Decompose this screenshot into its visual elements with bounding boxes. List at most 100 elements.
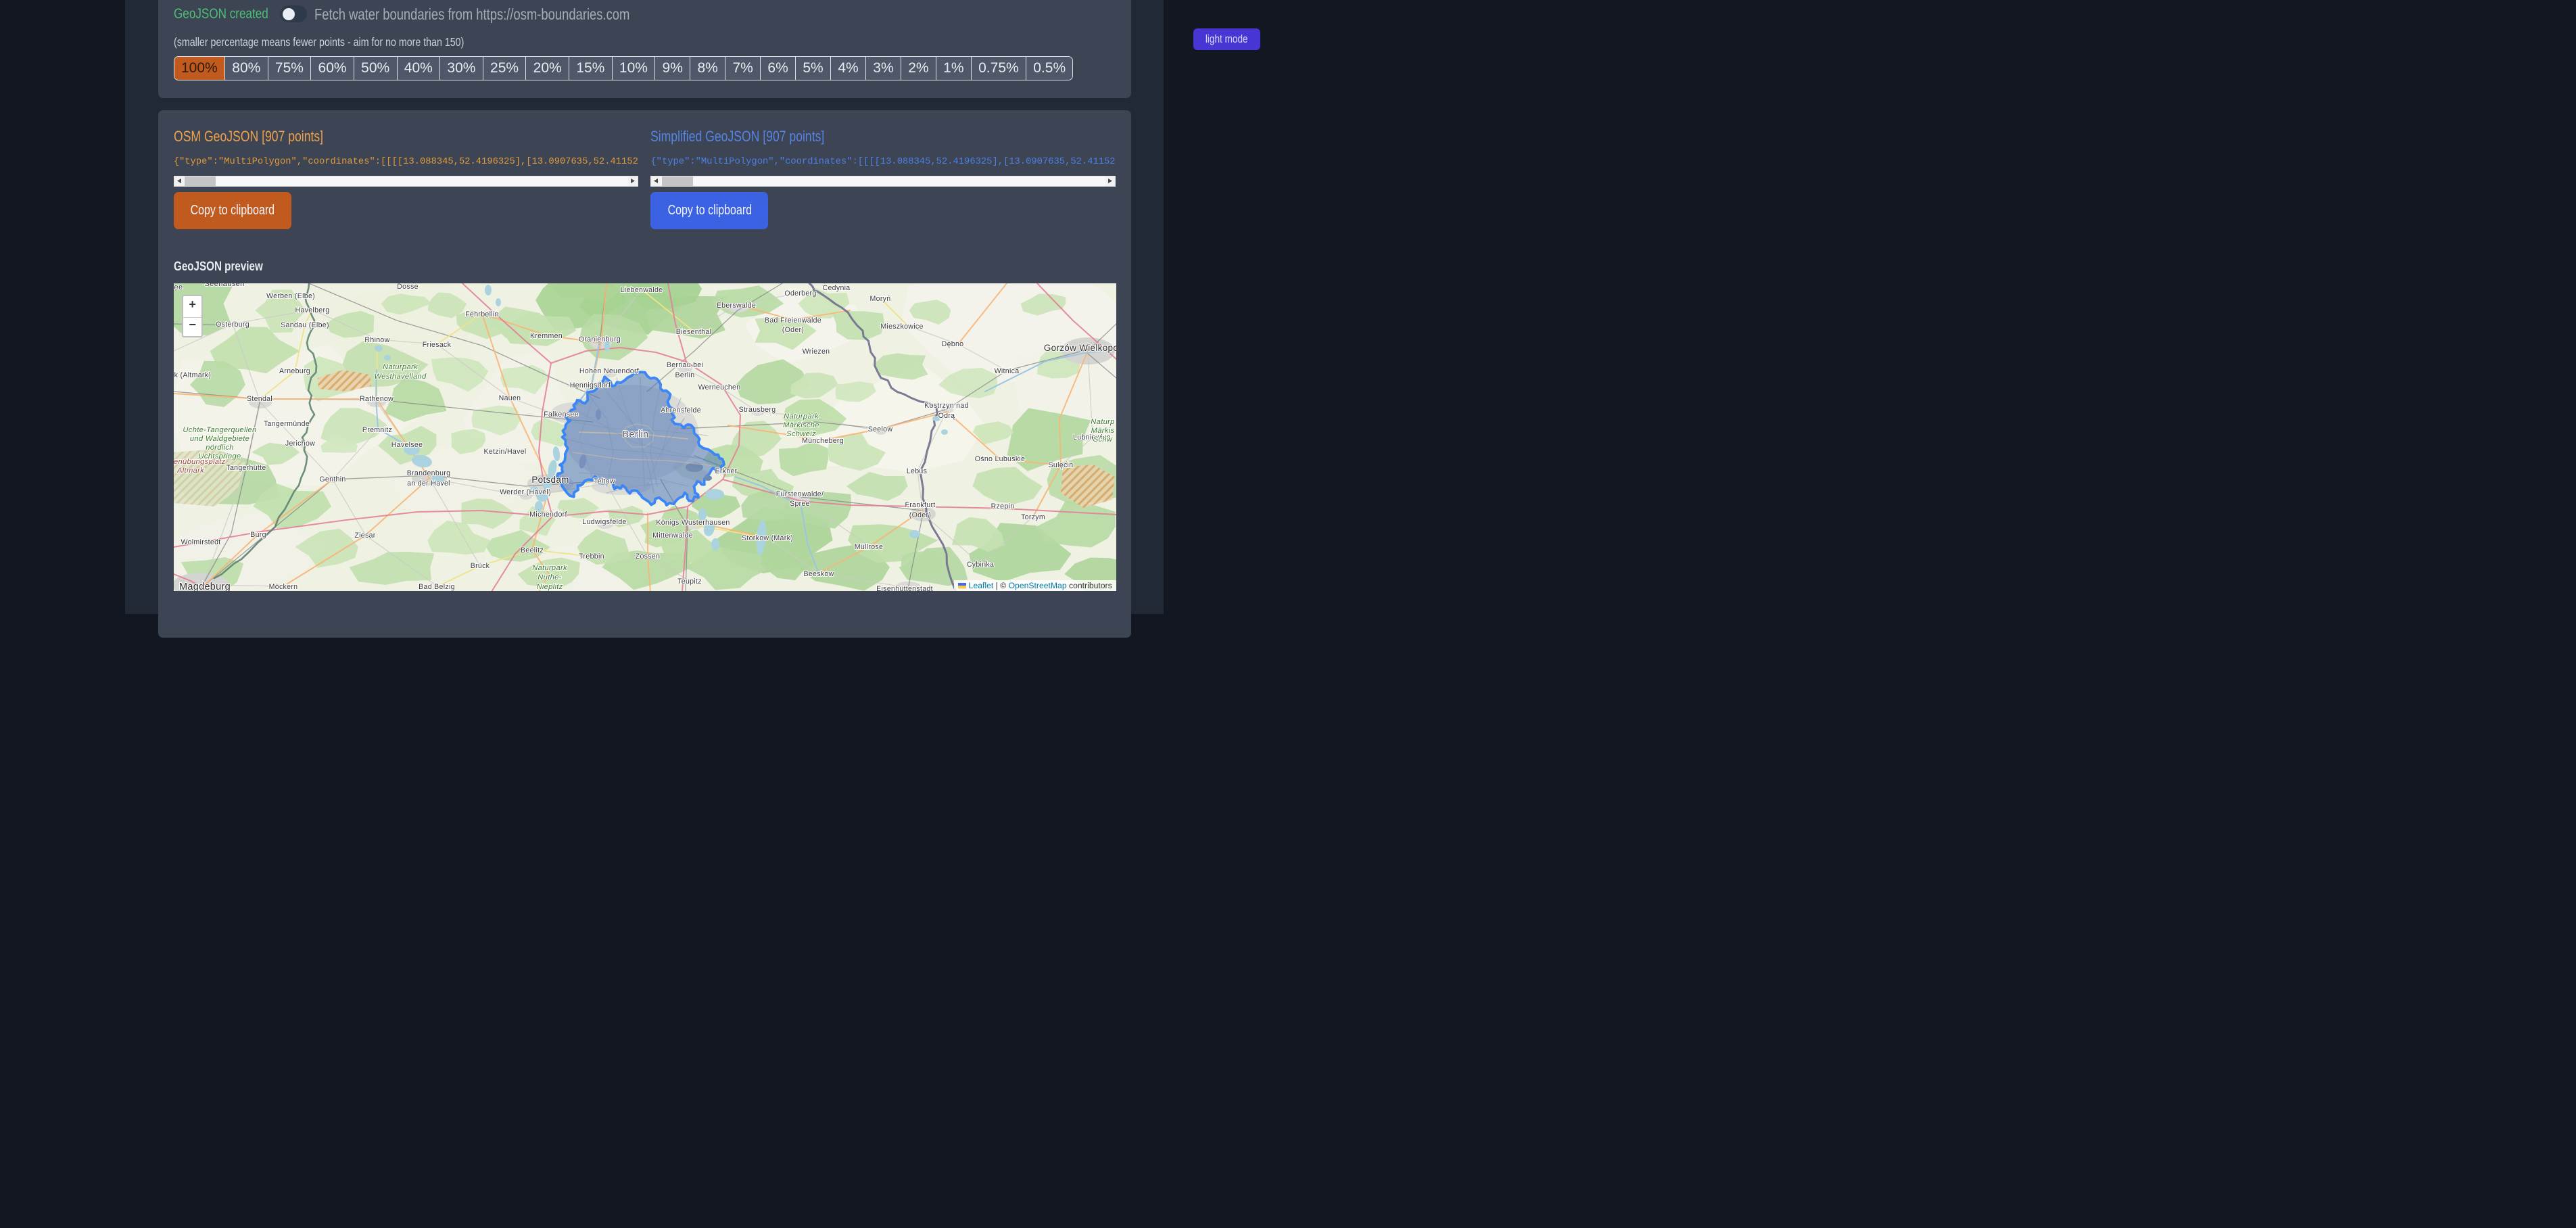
- svg-text:Uchte-Tangerquellen: Uchte-Tangerquellen: [183, 426, 256, 434]
- svg-text:Sulęcin: Sulęcin: [1048, 461, 1073, 469]
- svg-text:Teltow: Teltow: [594, 477, 615, 486]
- svg-text:Potsdam: Potsdam: [531, 475, 569, 485]
- svg-text:Teupitz: Teupitz: [677, 577, 702, 586]
- svg-text:Spree: Spree: [790, 500, 810, 508]
- svg-text:Falkensee: Falkensee: [544, 410, 579, 419]
- svg-text:Premnitz: Premnitz: [362, 426, 392, 434]
- svg-text:Zossen: Zossen: [635, 552, 660, 561]
- svg-text:see: see: [174, 283, 183, 291]
- svg-text:Havelberg: Havelberg: [295, 306, 329, 314]
- svg-text:nördlich: nördlich: [206, 444, 234, 452]
- svg-text:Westhavelland: Westhavelland: [374, 373, 427, 381]
- svg-text:Eisenhüttenstadt: Eisenhüttenstadt: [876, 585, 933, 592]
- svg-text:Ziesar: Ziesar: [354, 532, 375, 540]
- svg-text:Möckern: Möckern: [268, 583, 297, 591]
- svg-text:Ośno Lubuskie: Ośno Lubuskie: [974, 455, 1025, 463]
- svg-text:Dosse: Dosse: [397, 283, 419, 291]
- svg-text:Genthin: Genthin: [319, 475, 345, 483]
- svg-text:rk (Altmark): rk (Altmark): [174, 371, 211, 379]
- svg-text:Liebenwalde: Liebenwalde: [620, 286, 663, 294]
- svg-text:Märkische: Märkische: [783, 421, 819, 429]
- svg-text:Michendorf: Michendorf: [529, 511, 567, 519]
- svg-text:Rhinow: Rhinow: [364, 336, 389, 344]
- svg-text:Hennigsdorf: Hennigsdorf: [569, 381, 610, 389]
- svg-text:Märkis: Märkis: [1091, 427, 1114, 435]
- svg-text:Schweiz: Schweiz: [786, 430, 816, 438]
- svg-text:Brück: Brück: [470, 562, 490, 570]
- svg-text:Fürstenwalde/: Fürstenwalde/: [776, 490, 823, 498]
- svg-text:Erkner: Erkner: [715, 467, 737, 475]
- svg-text:Arneburg: Arneburg: [279, 367, 310, 375]
- svg-text:Beeskow: Beeskow: [803, 570, 834, 578]
- svg-text:Hohen Neuendorf: Hohen Neuendorf: [579, 367, 639, 375]
- svg-text:Havelsee: Havelsee: [391, 441, 423, 449]
- svg-text:Bad Belzig: Bad Belzig: [419, 583, 455, 591]
- svg-text:Gorzów Wielkopo: Gorzów Wielkopo: [1044, 343, 1116, 353]
- svg-text:Berlin: Berlin: [622, 429, 648, 440]
- svg-text:Wolmirstedt: Wolmirstedt: [181, 538, 220, 546]
- svg-text:Naturp: Naturp: [1091, 418, 1114, 426]
- svg-text:Frankfurt: Frankfurt: [905, 501, 935, 509]
- svg-text:Seelow: Seelow: [867, 425, 892, 433]
- svg-text:Naturpark: Naturpark: [383, 363, 419, 371]
- svg-text:Oranienburg: Oranienburg: [579, 335, 621, 344]
- svg-text:Moryń: Moryń: [869, 295, 890, 303]
- svg-text:Tangerhütte: Tangerhütte: [226, 464, 266, 472]
- svg-text:(Oder): (Oder): [909, 511, 930, 519]
- svg-text:Nauen: Nauen: [498, 394, 521, 402]
- svg-text:Altmark: Altmark: [176, 467, 205, 475]
- svg-text:penübungsplatz: penübungsplatz: [174, 458, 226, 466]
- svg-text:an der Havel: an der Havel: [407, 479, 450, 488]
- svg-text:Trebbin: Trebbin: [579, 552, 604, 561]
- svg-text:Burg: Burg: [250, 531, 266, 539]
- svg-text:Beelitz: Beelitz: [521, 546, 544, 554]
- svg-text:Seehausen: Seehausen: [204, 283, 244, 288]
- svg-text:Dębno: Dębno: [941, 340, 963, 348]
- svg-text:Bernau bei: Bernau bei: [667, 361, 703, 369]
- svg-text:Witnica: Witnica: [994, 367, 1019, 375]
- svg-text:Tangermünde: Tangermünde: [264, 420, 310, 428]
- svg-text:Mieszkowice: Mieszkowice: [880, 323, 923, 331]
- svg-text:Eberswalde: Eberswalde: [717, 302, 756, 310]
- svg-text:Stendal: Stendal: [247, 395, 272, 403]
- svg-text:Müllrose: Müllrose: [854, 543, 882, 551]
- svg-text:Brandenburg: Brandenburg: [406, 469, 450, 477]
- svg-text:Biesenthal: Biesenthal: [675, 328, 711, 336]
- svg-text:Ketzin/Havel: Ketzin/Havel: [483, 448, 526, 456]
- svg-text:Storkow (Mark): Storkow (Mark): [742, 534, 793, 542]
- svg-text:Naturpark: Naturpark: [784, 412, 819, 421]
- svg-text:Friesack: Friesack: [422, 341, 451, 349]
- svg-text:Torzym: Torzym: [1021, 513, 1045, 521]
- svg-text:Cedynia: Cedynia: [822, 284, 850, 292]
- svg-text:Jerichow: Jerichow: [285, 440, 315, 448]
- svg-text:Schw: Schw: [1093, 435, 1112, 444]
- svg-text:Rzepin: Rzepin: [991, 502, 1014, 511]
- svg-text:Kremmen: Kremmen: [530, 332, 563, 340]
- svg-text:Nuthe-: Nuthe-: [538, 573, 561, 582]
- svg-text:Werder (Havel): Werder (Havel): [500, 488, 551, 496]
- svg-text:Strausberg: Strausberg: [738, 406, 776, 414]
- svg-text:Bad Freienwalde: Bad Freienwalde: [765, 316, 821, 325]
- svg-text:Lebus: Lebus: [907, 467, 927, 475]
- svg-text:Sandau (Elbe): Sandau (Elbe): [281, 321, 329, 329]
- svg-text:Berlin: Berlin: [675, 371, 694, 379]
- svg-text:Odrą: Odrą: [938, 412, 955, 420]
- svg-text:Ludwigsfelde: Ludwigsfelde: [582, 518, 626, 526]
- svg-text:Mittenwalde: Mittenwalde: [652, 532, 693, 540]
- svg-text:Oderberg: Oderberg: [784, 289, 816, 298]
- svg-text:Fehrbellin: Fehrbellin: [465, 310, 499, 318]
- svg-text:(Oder): (Oder): [782, 326, 803, 334]
- svg-text:Cybinka: Cybinka: [967, 561, 994, 569]
- svg-text:Wriezen: Wriezen: [802, 348, 830, 356]
- svg-text:Osterburg: Osterburg: [216, 321, 249, 329]
- svg-text:Ahrensfelde: Ahrensfelde: [661, 406, 701, 415]
- svg-text:Naturpark: Naturpark: [532, 564, 568, 572]
- svg-text:Werben (Elbe): Werben (Elbe): [266, 292, 315, 300]
- svg-text:Nieplitz: Nieplitz: [536, 583, 563, 591]
- svg-text:Kostrzyn nad: Kostrzyn nad: [924, 402, 968, 410]
- svg-text:Werneuchen: Werneuchen: [698, 383, 740, 392]
- svg-text:Magdeburg: Magdeburg: [179, 582, 231, 592]
- svg-text:Rathenow: Rathenow: [360, 395, 393, 403]
- svg-text:und Waldgebiete: und Waldgebiete: [190, 435, 249, 443]
- svg-text:Königs Wusterhausen: Königs Wusterhausen: [656, 519, 730, 527]
